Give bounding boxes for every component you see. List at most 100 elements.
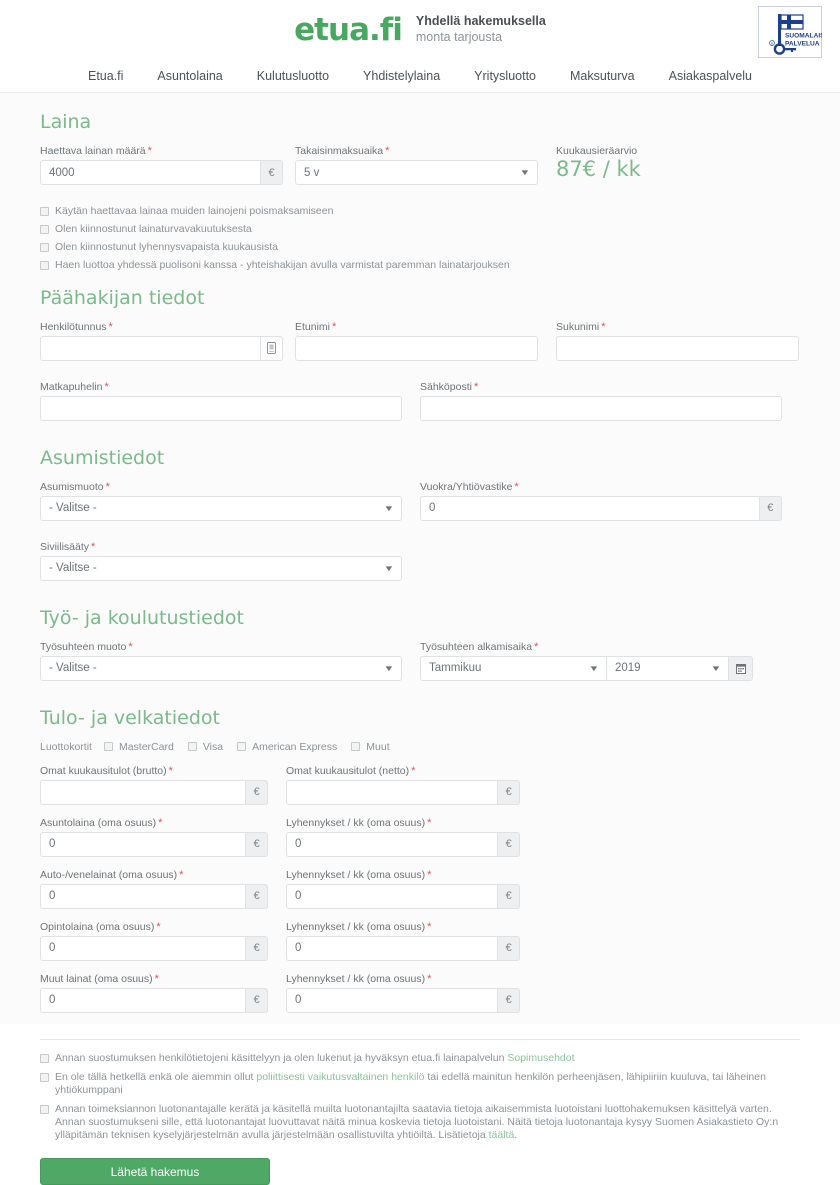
label-rent: Vuokra/Yhtiövastike * <box>420 480 519 493</box>
label-mortgage-monthly: Lyhennykset / kk (oma osuus) * <box>286 816 432 829</box>
loan-amount-input[interactable]: 4000 <box>40 160 262 185</box>
brand[interactable]: etua.fi Yhdellä hakemuksella monta tarjo… <box>294 14 546 45</box>
label-student-loan: Opintolaina (oma osuus) * <box>40 920 161 933</box>
nav-item-kulutusluotto[interactable]: Kulutusluotto <box>240 69 346 83</box>
nav-item-yritysluotto[interactable]: Yritysluotto <box>457 69 553 83</box>
consent-row-terms[interactable]: Annan suostumuksen henkilötietojeni käsi… <box>40 1052 800 1065</box>
marital-status-select[interactable]: - Valitse - ▼ <box>40 555 402 581</box>
label-car-boat-monthly: Lyhennykset / kk (oma osuus) * <box>286 868 432 881</box>
chevron-down-icon: ▼ <box>383 563 395 573</box>
student-loan-input[interactable]: 0 <box>40 935 247 961</box>
credit-card-option-mastercard[interactable]: MasterCard <box>103 740 174 753</box>
loan-option-label: Käytän haettavaa lainaa muiden lainojeni… <box>55 205 334 217</box>
chevron-down-icon: ▼ <box>383 663 395 673</box>
employment-start-year-select[interactable]: 2019 ▼ <box>607 655 729 681</box>
calendar-icon[interactable] <box>729 655 753 681</box>
required-marker: * <box>154 972 159 985</box>
mortgage-monthly-input[interactable]: 0 <box>286 831 499 857</box>
employment-type-select[interactable]: - Valitse - ▼ <box>40 655 402 681</box>
euro-suffix-icon: € <box>498 883 520 909</box>
loan-option-row[interactable]: Olen kiinnostunut lainaturvavakuutuksest… <box>40 223 800 236</box>
other-loans-monthly-input[interactable]: 0 <box>286 987 499 1013</box>
label-other-loans: Muut lainat (oma osuus) * <box>40 972 159 985</box>
checkbox-mastercard[interactable] <box>103 742 113 751</box>
housing-row-2: Siviilisääty * - Valitse - ▼ <box>40 541 800 593</box>
other-loans-input[interactable]: 0 <box>40 987 247 1013</box>
checkbox-american-express[interactable] <box>237 742 247 751</box>
gross-income-input[interactable] <box>40 779 247 805</box>
checkbox-refinance[interactable] <box>40 207 49 216</box>
loan-option-row[interactable]: Haen luottoa yhdessä puolisoni kanssa - … <box>40 259 800 272</box>
credit-card-option-other[interactable]: Muut <box>351 740 390 753</box>
monthly-estimate: Kuukausieräarvio 87€ / kk <box>556 145 641 185</box>
field-mortgage: Asuntolaina (oma osuus) * 0 € <box>40 817 268 857</box>
car-boat-monthly-input[interactable]: 0 <box>286 883 499 909</box>
terms-link[interactable]: Sopimusehdot <box>507 1052 574 1064</box>
checkbox-visa[interactable] <box>187 742 197 751</box>
field-marital-status: Siviilisääty * - Valitse - ▼ <box>40 541 402 581</box>
credit-card-label: Visa <box>202 740 224 753</box>
submit-button[interactable]: Lähetä hakemus <box>40 1158 270 1185</box>
euro-suffix-icon: € <box>246 831 268 857</box>
field-net-income: Omat kuukausitulot (netto) * € <box>286 765 520 805</box>
firstname-input[interactable] <box>295 335 538 361</box>
label-phone: Matkapuhelin * <box>40 380 109 393</box>
car-boat-loan-input[interactable]: 0 <box>40 883 247 909</box>
income-row: Opintolaina (oma osuus) * 0 € Lyhennykset … <box>40 921 800 973</box>
required-marker: * <box>179 868 184 881</box>
field-car-boat-loan: Auto-/venelainat (oma osuus) * 0 € <box>40 869 268 909</box>
divider <box>40 1038 800 1040</box>
field-other-loans: Muut lainat (oma osuus) * 0 € <box>40 973 268 1013</box>
credit-card-option-visa[interactable]: Visa <box>187 740 224 753</box>
credit-card-label: MasterCard <box>118 740 174 753</box>
ssn-input[interactable] <box>40 335 262 361</box>
checkbox-other-cards[interactable] <box>351 742 361 751</box>
checkbox-payment-holiday[interactable] <box>40 243 49 253</box>
section-title-housing: Asumistiedot <box>40 446 165 469</box>
student-loan-monthly-input[interactable]: 0 <box>286 935 499 961</box>
id-card-icon[interactable] <box>261 335 283 361</box>
section-title-work: Työ- ja koulutustiedot <box>40 606 244 629</box>
required-marker: * <box>514 480 519 493</box>
credit-card-label: Muut <box>366 740 390 753</box>
label-student-loan-monthly: Lyhennykset / kk (oma osuus) * <box>286 920 432 933</box>
mortgage-input[interactable]: 0 <box>40 831 247 857</box>
rent-input[interactable]: 0 <box>420 495 760 521</box>
field-student-loan-monthly: Lyhennykset / kk (oma osuus) * 0 € <box>286 921 520 961</box>
net-income-input[interactable] <box>286 779 499 805</box>
credit-card-option-amex[interactable]: American Express <box>237 741 337 753</box>
pep-link[interactable]: poliittisesti vaikutusvaltainen henkilö <box>256 1071 424 1083</box>
nav-item-asiakaspalvelu[interactable]: Asiakaspalvelu <box>652 69 769 83</box>
checkbox-pep[interactable] <box>40 1072 49 1082</box>
field-employment-type: Työsuhteen muoto * - Valitse - ▼ <box>40 641 402 681</box>
checkbox-loan-insurance[interactable] <box>40 225 49 235</box>
employment-start-month-select[interactable]: Tammikuu ▼ <box>420 655 607 681</box>
field-student-loan: Opintolaina (oma osuus) * 0 € <box>40 921 268 961</box>
required-marker: * <box>128 640 133 653</box>
nav-item-asuntolaina[interactable]: Asuntolaina <box>140 69 239 83</box>
checkbox-terms[interactable] <box>40 1053 49 1063</box>
loan-top-row: Haettava lainan määrä * 4000 € Takaisinma… <box>40 145 800 197</box>
loan-option-row[interactable]: Käytän haettavaa lainaa muiden lainojeni… <box>40 205 800 218</box>
loan-option-row[interactable]: Olen kiinnostunut lyhennysvapaista kuuka… <box>40 241 800 254</box>
field-ssn: Henkilötunnus * <box>40 321 283 361</box>
nav-item-maksuturva[interactable]: Maksuturva <box>553 69 652 83</box>
field-rent: Vuokra/Yhtiövastike * 0 € <box>420 481 782 521</box>
consent-row-credit-data[interactable]: Annan toimeksiannon luotonantajalle kerä… <box>40 1103 800 1142</box>
nav-item-etua[interactable]: Etua.fi <box>71 69 140 83</box>
label-other-loans-monthly: Lyhennykset / kk (oma osuus) * <box>286 972 432 985</box>
more-info-link[interactable]: täältä <box>489 1129 515 1141</box>
phone-input[interactable] <box>40 395 402 421</box>
logo-text[interactable]: etua.fi <box>294 14 403 46</box>
email-input[interactable] <box>420 395 782 421</box>
checkbox-credit-data[interactable] <box>40 1104 49 1114</box>
loan-term-select[interactable]: 5 v ▼ <box>295 160 538 185</box>
required-marker: * <box>91 540 96 553</box>
tagline: Yhdellä hakemuksella monta tarjousta <box>416 14 546 45</box>
nav-item-yhdistelylaina[interactable]: Yhdistelylaina <box>346 69 457 83</box>
housing-type-select[interactable]: - Valitse - ▼ <box>40 495 402 521</box>
consent-row-pep[interactable]: En ole tällä hetkellä enkä ole aiemmin o… <box>40 1071 800 1097</box>
checkbox-co-applicant[interactable] <box>40 261 49 271</box>
credit-card-label: American Express <box>252 740 338 753</box>
lastname-input[interactable] <box>556 335 799 361</box>
